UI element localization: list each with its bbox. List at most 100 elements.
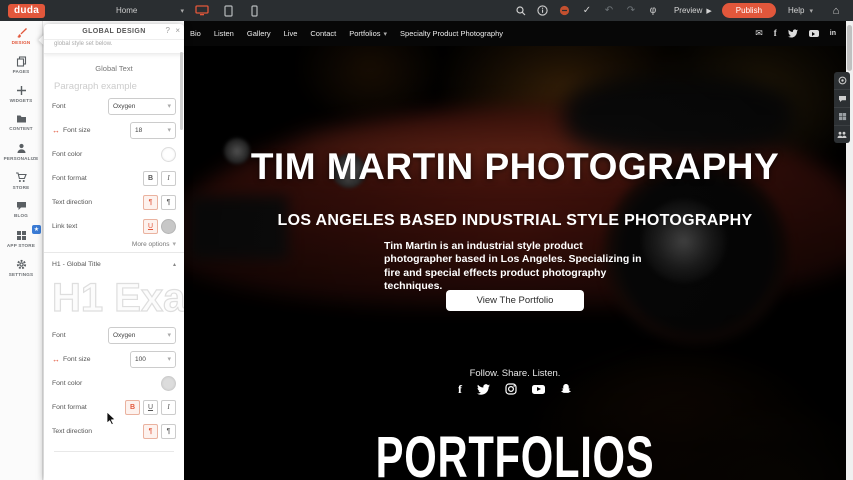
- sidebar-item-settings[interactable]: SETTINGS: [0, 253, 42, 282]
- youtube-icon[interactable]: [809, 30, 819, 37]
- instagram-icon[interactable]: [505, 383, 517, 395]
- font-format-row: Font format B I: [52, 166, 176, 190]
- nav-item-gallery[interactable]: Gallery: [247, 29, 271, 38]
- nav-item-listen[interactable]: Listen: [214, 29, 234, 38]
- editor-sidebar: DESIGN PAGES WIDGETS CONTENT PERSONALIZE…: [0, 21, 43, 480]
- app-window: duda Home ▾ ✓: [0, 0, 853, 480]
- portfolios-heading[interactable]: PORTFOLIOS: [277, 424, 754, 480]
- linkedin-icon[interactable]: in: [830, 30, 836, 37]
- sidebar-item-store[interactable]: STORE: [0, 166, 42, 195]
- panel-title: GLOBAL DESIGN: [44, 28, 184, 35]
- search-button[interactable]: [510, 2, 532, 19]
- undo-button[interactable]: ↶: [598, 2, 620, 19]
- font-color-swatch[interactable]: [161, 147, 176, 162]
- font-select[interactable]: Oxygen ▾: [108, 98, 176, 115]
- snapchat-icon[interactable]: [560, 383, 572, 395]
- help-dropdown[interactable]: Help ▾: [788, 6, 813, 15]
- comments-button[interactable]: [834, 90, 850, 108]
- h1-ltr-direction-button[interactable]: ¶: [143, 424, 158, 439]
- link-text-row: Link text U: [52, 214, 176, 238]
- h1-section-header[interactable]: H1 - Global Title ▴: [52, 257, 176, 271]
- youtube-icon[interactable]: [532, 385, 545, 394]
- feedback-button[interactable]: [554, 2, 576, 19]
- panel-scrollbar-thumb[interactable]: [180, 52, 183, 130]
- h1-underline-button[interactable]: U: [143, 400, 158, 415]
- email-icon[interactable]: ✉: [755, 29, 763, 38]
- h1-font-color-swatch[interactable]: [161, 376, 176, 391]
- feedback-icon: [559, 5, 570, 16]
- page-selector-dropdown[interactable]: Home ▾: [116, 6, 184, 15]
- site-scrollbar-thumb[interactable]: [847, 25, 852, 71]
- twitter-icon[interactable]: [788, 29, 798, 38]
- bold-button[interactable]: B: [143, 171, 158, 186]
- desktop-view-button[interactable]: [192, 3, 212, 18]
- facebook-icon[interactable]: f: [458, 383, 462, 395]
- font-row: Font Oxygen ▾: [52, 94, 176, 118]
- ltr-direction-button[interactable]: ¶: [143, 195, 158, 210]
- h1-font-select[interactable]: Oxygen ▾: [108, 327, 176, 344]
- h1-preview-text: H1 Exa: [52, 275, 184, 321]
- sidebar-item-pages[interactable]: PAGES: [0, 50, 42, 79]
- chevron-down-icon: ▾: [384, 30, 388, 38]
- save-check-button[interactable]: ✓: [576, 2, 598, 19]
- sidebar-item-content[interactable]: CONTENT: [0, 108, 42, 137]
- hero-content: TIM MARTIN PHOTOGRAPHY LOS ANGELES BASED…: [184, 46, 846, 480]
- text-direction-label: Text direction: [52, 199, 92, 206]
- link-underline-button[interactable]: U: [143, 219, 158, 234]
- global-design-panel: GLOBAL DESIGN ? × global style set below…: [44, 24, 184, 480]
- font-format-label: Font format: [52, 175, 87, 182]
- team-button[interactable]: [834, 126, 850, 143]
- h1-font-color-row: Font color: [52, 371, 176, 395]
- paragraph-rtl-icon: ¶: [167, 199, 171, 206]
- chevron-down-icon: ▾: [167, 331, 171, 339]
- resize-icon: ↔: [52, 126, 60, 135]
- hero-social-links: f: [184, 383, 846, 395]
- nav-item-bio[interactable]: Bio: [190, 29, 201, 38]
- publish-button[interactable]: Publish: [722, 3, 776, 18]
- info-button[interactable]: [532, 2, 554, 19]
- h1-text-direction-label: Text direction: [52, 428, 92, 435]
- nav-item-contact[interactable]: Contact: [310, 29, 336, 38]
- sidebar-item-personalize[interactable]: PERSONALIZE: [0, 137, 42, 166]
- sidebar-item-blog[interactable]: BLOG: [0, 195, 42, 224]
- sidebar-item-app-store[interactable]: ★ APP STORE: [0, 224, 42, 253]
- top-toolbar: duda Home ▾ ✓: [0, 0, 853, 21]
- quick-access-toolbar: [834, 72, 850, 143]
- global-text-heading: Global Text: [44, 64, 184, 73]
- h1-rtl-direction-button[interactable]: ¶: [161, 424, 176, 439]
- preview-button[interactable]: Preview ▶: [674, 6, 712, 15]
- site-title[interactable]: TIM MARTIN PHOTOGRAPHY: [184, 146, 846, 188]
- link-color-swatch[interactable]: [161, 219, 176, 234]
- h1-bold-button[interactable]: B: [125, 400, 140, 415]
- sidebar-item-widgets[interactable]: WIDGETS: [0, 79, 42, 108]
- twitter-icon[interactable]: [477, 384, 490, 395]
- camera-button[interactable]: [834, 72, 850, 90]
- rtl-direction-button[interactable]: ¶: [161, 195, 176, 210]
- panel-close-icon[interactable]: ×: [175, 26, 180, 35]
- more-options-link[interactable]: More options ▾: [52, 240, 176, 248]
- redo-button[interactable]: ↷: [620, 2, 642, 19]
- chevron-down-icon: ▾: [167, 355, 171, 363]
- italic-button[interactable]: I: [161, 171, 176, 186]
- sidebar-item-design[interactable]: DESIGN: [0, 21, 42, 50]
- pages-icon: [16, 56, 27, 67]
- dashboard-home-button[interactable]: ⌂: [825, 2, 847, 19]
- font-size-select[interactable]: 18 ▾: [130, 122, 176, 139]
- view-portfolio-button[interactable]: View The Portfolio: [446, 290, 584, 311]
- facebook-icon[interactable]: f: [774, 29, 777, 38]
- tablet-view-button[interactable]: [218, 3, 238, 18]
- h1-font-row: Font Oxygen ▾: [52, 323, 176, 347]
- hero-section: TIM MARTIN PHOTOGRAPHY LOS ANGELES BASED…: [184, 46, 846, 480]
- paragraph-ltr-icon: ¶: [149, 199, 153, 206]
- h1-italic-button[interactable]: I: [161, 400, 176, 415]
- nav-item-specialty[interactable]: Specialty Product Photography: [400, 29, 503, 38]
- mobile-view-button[interactable]: [244, 3, 264, 18]
- site-subtitle[interactable]: LOS ANGELES BASED INDUSTRIAL STYLE PHOTO…: [184, 212, 846, 230]
- dev-mode-button[interactable]: φ: [642, 2, 664, 19]
- panel-help-icon[interactable]: ?: [166, 26, 170, 35]
- nav-item-live[interactable]: Live: [284, 29, 298, 38]
- h1-font-size-select[interactable]: 100 ▾: [130, 351, 176, 368]
- nav-item-portfolios[interactable]: Portfolios ▾: [349, 29, 387, 38]
- site-description[interactable]: Tim Martin is an industrial style produc…: [384, 240, 652, 293]
- layers-button[interactable]: [834, 108, 850, 126]
